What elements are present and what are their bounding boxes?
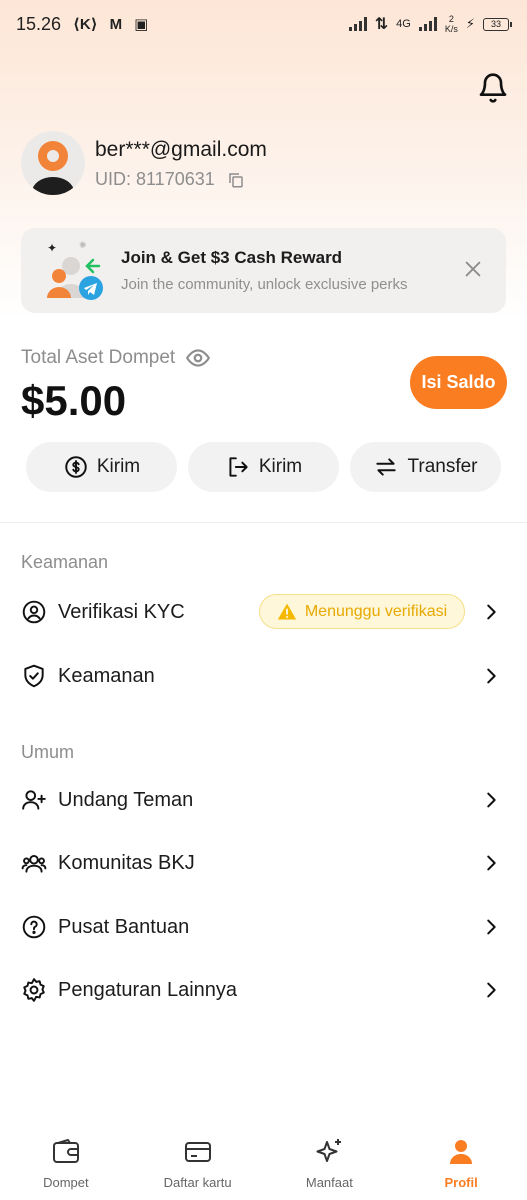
section-title-security: Keamanan <box>21 552 109 572</box>
menu-label-settings: Pengaturan Lainnya <box>58 978 238 1001</box>
battery-level: 33 <box>490 19 501 29</box>
nav-label-wallet: Dompet <box>43 1175 89 1190</box>
menu-item-invite[interactable]: Undang Teman <box>21 780 506 820</box>
svg-text:✺: ✺ <box>79 240 87 250</box>
charging-icon: ⚡ <box>465 16 475 31</box>
nav-label-cards: Daftar kartu <box>163 1175 232 1190</box>
menu-label-community: Komunitas BKJ <box>58 851 195 874</box>
news-icon: ▣ <box>134 16 149 33</box>
send-out-label: Kirim <box>258 456 303 477</box>
profile-text: ber***@gmail.com UID: 81170631 <box>95 136 267 190</box>
banner-subtitle: Join the community, unlock exclusive per… <box>121 276 408 293</box>
send-out-icon <box>229 457 248 477</box>
transfer-button[interactable]: Transfer <box>350 442 501 492</box>
chevron-right-icon <box>487 919 496 935</box>
status-right: ⇅ 4G 2 K/s ⚡ 33 <box>348 14 512 34</box>
nav-item-benefits[interactable]: Manfaat <box>264 1120 396 1200</box>
warning-icon <box>277 603 297 619</box>
data-arrows-icon: ⇅ <box>374 16 389 33</box>
uid-row: UID: 81170631 <box>95 169 267 190</box>
menu-label-help: Pusat Bantuan <box>58 915 190 938</box>
signal-2-icon <box>418 17 437 31</box>
asset-label-row: Total Aset Dompet <box>21 345 211 371</box>
user-email: ber***@gmail.com <box>95 138 267 161</box>
transfer-label: Transfer <box>407 456 478 477</box>
menu-item-security[interactable]: Keamanan <box>21 656 506 696</box>
card-icon <box>184 1142 211 1162</box>
dollar-exchange-icon <box>65 456 87 478</box>
menu-label-invite: Undang Teman <box>58 788 194 811</box>
question-circle-icon <box>22 915 46 939</box>
profile-header: ber***@gmail.com UID: 81170631 <box>21 131 267 195</box>
shield-check-icon <box>24 664 44 688</box>
chevron-right-icon <box>487 855 496 871</box>
wallet-balance: $5.00 <box>21 377 127 424</box>
menu-item-kyc[interactable]: Verifikasi KYC Menunggu verifikasi <box>21 592 506 632</box>
gmail-icon: M <box>109 15 123 33</box>
nav-label-benefits: Manfaat <box>305 1175 353 1190</box>
status-left: 15.26 ⟨K⟩ M ▣ <box>16 14 148 35</box>
wallet-icon <box>52 1139 79 1163</box>
asset-label: Total Aset Dompet <box>21 347 176 368</box>
send-crypto-label: Kirim <box>96 456 141 477</box>
send-crypto-button[interactable]: Kirim <box>26 442 177 492</box>
nav-item-cards[interactable]: Daftar kartu <box>132 1120 264 1200</box>
reward-banner[interactable]: ✦ ✺ Join & Get $3 Cash Reward Join the c… <box>21 228 506 313</box>
banner-title: Join & Get $3 Cash Reward <box>121 248 343 267</box>
community-illustration-icon: ✦ ✺ <box>47 240 103 300</box>
chevron-right-icon <box>487 792 496 808</box>
close-icon[interactable] <box>462 258 484 280</box>
net-speed: 2 K/s <box>445 14 458 34</box>
svg-text:✦: ✦ <box>47 241 57 255</box>
user-plus-icon <box>22 790 46 810</box>
transfer-arrows-icon <box>376 458 397 476</box>
menu-item-settings[interactable]: Pengaturan Lainnya <box>21 970 506 1010</box>
bottom-nav: Dompet Daftar kartu Manfaat Profil <box>0 1120 527 1200</box>
sparkle-icon <box>316 1139 342 1162</box>
menu-item-community[interactable]: Komunitas BKJ <box>21 843 506 883</box>
avatar-body <box>32 177 74 195</box>
menu-label-kyc: Verifikasi KYC <box>58 600 185 623</box>
avatar-head <box>38 141 68 171</box>
status-bar: 15.26 ⟨K⟩ M ▣ ⇅ 4G 2 K/s ⚡ 33 <box>0 0 527 48</box>
chevron-right-icon <box>487 604 496 620</box>
eye-icon[interactable] <box>185 345 211 371</box>
divider <box>0 522 527 523</box>
kyc-status-badge: Menunggu verifikasi <box>259 594 465 629</box>
users-icon <box>21 854 47 873</box>
chevron-right-icon <box>487 982 496 998</box>
menu-item-help[interactable]: Pusat Bantuan <box>21 907 506 947</box>
send-out-button[interactable]: Kirim <box>188 442 339 492</box>
section-title-general: Umum <box>21 742 74 762</box>
nav-label-profile: Profil <box>444 1175 478 1190</box>
menu-label-security: Keamanan <box>58 664 155 687</box>
person-icon <box>450 1140 473 1164</box>
net-speed-unit: K/s <box>444 24 458 34</box>
kyc-status-text: Menunggu verifikasi <box>304 602 448 620</box>
bell-icon[interactable] <box>477 72 509 104</box>
copy-icon[interactable] <box>227 171 245 189</box>
signal-icon <box>348 17 367 31</box>
nav-item-wallet[interactable]: Dompet <box>0 1120 132 1200</box>
user-uid: UID: 81170631 <box>95 169 215 189</box>
net-speed-value: 2 <box>448 14 454 24</box>
status-time: 15.26 <box>16 13 62 34</box>
chevron-right-icon <box>487 668 496 684</box>
topup-button[interactable]: Isi Saldo <box>410 356 507 409</box>
network-type: 4G <box>396 18 411 30</box>
nav-item-profile[interactable]: Profil <box>395 1120 527 1200</box>
avatar[interactable] <box>21 131 85 195</box>
app-notification-icon: ⟨K⟩ <box>73 16 98 33</box>
banner-text: Join & Get $3 Cash Reward Join the commu… <box>121 248 408 293</box>
battery-icon: 33 <box>483 17 512 31</box>
wallet-actions: Kirim Kirim Transfer <box>26 442 501 492</box>
gear-icon <box>23 978 45 1002</box>
user-circle-icon <box>22 600 46 624</box>
